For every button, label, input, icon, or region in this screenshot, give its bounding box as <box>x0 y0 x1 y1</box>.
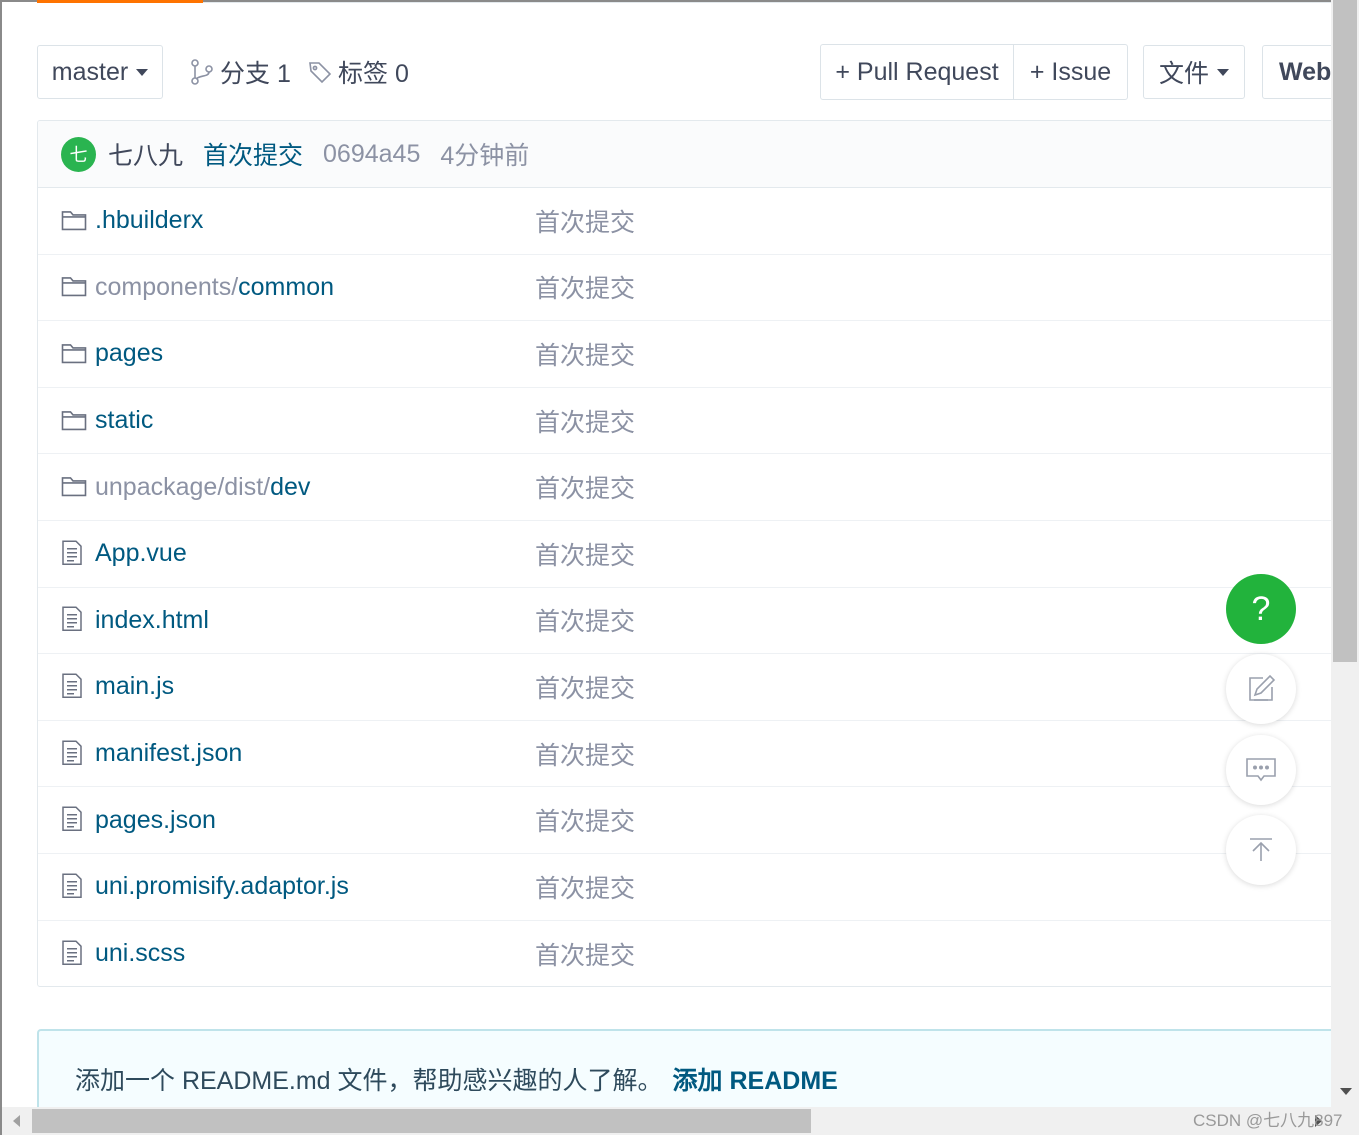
file-icon <box>62 673 82 698</box>
file-icon <box>62 606 82 632</box>
back-to-top-button[interactable] <box>1226 815 1296 885</box>
table-row: manifest.json 首次提交 <box>38 721 1336 788</box>
file-commit-message[interactable]: 首次提交 <box>535 269 635 305</box>
table-row: pages 首次提交 <box>38 321 1336 388</box>
new-pull-request-button[interactable]: + Pull Request <box>821 45 1014 99</box>
file-name-link[interactable]: App.vue <box>95 539 187 568</box>
file-name-link[interactable]: components/common <box>95 273 334 302</box>
branch-selector[interactable]: master <box>37 45 163 99</box>
file-name-link[interactable]: main.js <box>95 672 174 701</box>
add-readme-link[interactable]: 添加 README <box>673 1067 838 1095</box>
chat-icon <box>1246 758 1276 782</box>
file-name-link[interactable]: pages.json <box>95 806 216 835</box>
file-list: 七 七八九 首次提交 0694a45 4分钟前 .hbuilderx 首次提交 … <box>37 120 1337 987</box>
chevron-down-icon <box>1217 68 1229 76</box>
scroll-left-arrow-icon[interactable] <box>13 1115 20 1127</box>
table-row: index.html 首次提交 <box>38 588 1336 655</box>
scroll-down-arrow-icon[interactable] <box>1340 1088 1352 1095</box>
table-row: static 首次提交 <box>38 388 1336 455</box>
table-row: App.vue 首次提交 <box>38 521 1336 588</box>
table-row: components/common 首次提交 <box>38 255 1336 322</box>
file-commit-message[interactable]: 首次提交 <box>535 336 635 372</box>
files-label: 文件 <box>1158 60 1209 88</box>
tag-icon <box>309 62 332 84</box>
file-commit-message[interactable]: 首次提交 <box>535 469 635 505</box>
file-commit-message[interactable]: 首次提交 <box>535 802 635 838</box>
folder-icon <box>61 410 87 430</box>
folder-icon <box>61 277 87 297</box>
commit-hash[interactable]: 0694a45 <box>323 140 420 169</box>
folder-icon <box>61 344 87 364</box>
file-icon <box>62 739 82 765</box>
feedback-button[interactable] <box>1226 654 1296 724</box>
vertical-scrollbar[interactable] <box>1331 0 1359 1107</box>
commit-author[interactable]: 七八九 <box>108 136 183 172</box>
edit-icon <box>1249 674 1276 701</box>
table-row: unpackage/dist/dev 首次提交 <box>38 454 1336 521</box>
chat-button[interactable] <box>1226 735 1296 805</box>
file-icon <box>62 540 82 565</box>
file-commit-message[interactable]: 首次提交 <box>535 536 635 572</box>
help-button[interactable]: ? <box>1226 574 1296 644</box>
file-name-link[interactable]: unpackage/dist/dev <box>95 473 310 502</box>
tags-label: 标签 0 <box>338 60 409 88</box>
file-commit-message[interactable]: 首次提交 <box>535 602 635 638</box>
branches-link[interactable]: 分支 1 <box>190 45 291 99</box>
avatar[interactable]: 七 <box>61 136 96 172</box>
issue-label: + Issue <box>1029 57 1112 86</box>
chevron-down-icon <box>136 68 149 76</box>
file-name-link[interactable]: uni.scss <box>95 939 185 968</box>
horizontal-scrollbar[interactable] <box>2 1107 1359 1135</box>
pull-request-label: + Pull Request <box>835 57 999 86</box>
branch-selector-label: master <box>51 57 129 86</box>
avatar-letter: 七 <box>69 145 88 165</box>
readme-text: 添加一个 README.md 文件，帮助感兴趣的人了解。 <box>75 1067 663 1095</box>
active-tab-indicator <box>37 0 203 3</box>
horizontal-scroll-thumb[interactable] <box>32 1109 811 1133</box>
file-icon <box>62 940 82 965</box>
readme-prompt: 添加一个 README.md 文件，帮助感兴趣的人了解。 添加 README <box>75 1061 838 1097</box>
file-commit-message[interactable]: 首次提交 <box>535 669 635 705</box>
vertical-scroll-thumb[interactable] <box>1333 0 1357 662</box>
question-icon: ? <box>1251 589 1271 628</box>
file-commit-message[interactable]: 首次提交 <box>535 869 635 905</box>
file-name-link[interactable]: uni.promisify.adaptor.js <box>95 872 349 901</box>
table-row: main.js 首次提交 <box>38 654 1336 721</box>
watermark: CSDN @七八九897 <box>1193 1111 1343 1130</box>
file-commit-message[interactable]: 首次提交 <box>535 403 635 439</box>
file-name-link[interactable]: manifest.json <box>95 739 242 768</box>
commit-time: 4分钟前 <box>440 142 530 170</box>
latest-commit-bar: 七 七八九 首次提交 0694a45 4分钟前 <box>38 121 1336 188</box>
branch-icon <box>191 59 213 85</box>
file-commit-message[interactable]: 首次提交 <box>535 936 635 972</box>
tab-divider <box>203 2 1333 3</box>
file-commit-message[interactable]: 首次提交 <box>535 203 635 239</box>
branches-label: 分支 1 <box>220 60 291 88</box>
file-icon <box>62 806 82 832</box>
file-name-link[interactable]: static <box>95 406 153 435</box>
tags-link[interactable]: 标签 0 <box>308 45 409 99</box>
web-label: Web <box>1279 57 1332 86</box>
table-row: .hbuilderx 首次提交 <box>38 188 1336 255</box>
file-name-link[interactable]: index.html <box>95 606 209 635</box>
file-name-link[interactable]: .hbuilderx <box>95 206 203 235</box>
files-dropdown-button[interactable]: 文件 <box>1143 45 1245 99</box>
create-button-group: + Pull Request + Issue <box>820 44 1128 100</box>
table-row: uni.scss 首次提交 <box>38 921 1336 986</box>
file-commit-message[interactable]: 首次提交 <box>535 736 635 772</box>
table-row: pages.json 首次提交 <box>38 787 1336 854</box>
folder-icon <box>61 210 87 230</box>
folder-icon <box>61 477 87 497</box>
commit-message[interactable]: 首次提交 <box>203 136 303 172</box>
file-icon <box>62 873 82 898</box>
table-row: uni.promisify.adaptor.js 首次提交 <box>38 854 1336 921</box>
new-issue-button[interactable]: + Issue <box>1014 45 1127 99</box>
arrow-up-icon <box>1250 838 1272 861</box>
file-name-link[interactable]: pages <box>95 339 163 368</box>
readme-banner: 添加一个 README.md 文件，帮助感兴趣的人了解。 添加 README <box>37 1029 1337 1119</box>
